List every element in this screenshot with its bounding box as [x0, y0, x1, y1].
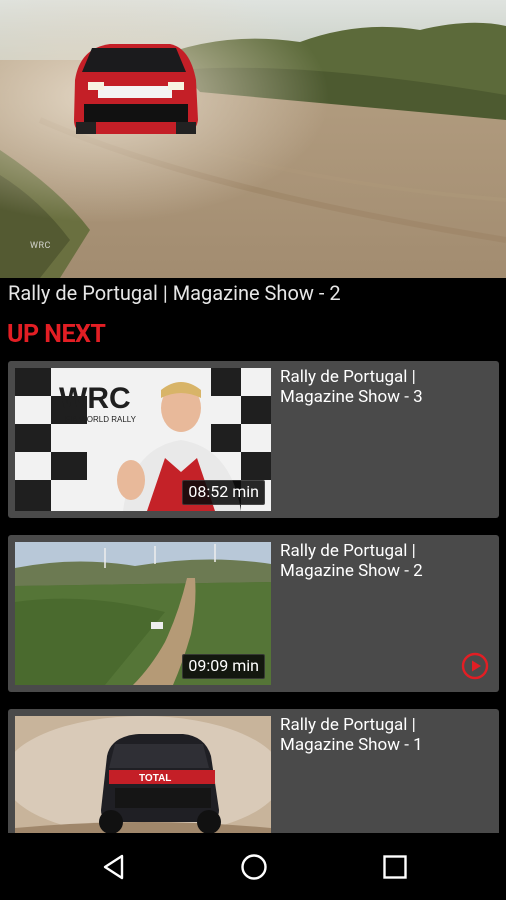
- recents-icon[interactable]: [381, 853, 409, 881]
- up-next-heading: UP NEXT: [7, 320, 106, 349]
- video-thumbnail[interactable]: 09:09 min: [15, 542, 271, 685]
- video-card[interactable]: 09:09 min Rally de Portugal | Magazine S…: [8, 535, 499, 692]
- video-thumbnail[interactable]: WRC FIA WORLD RALLY 08:52 min: [15, 368, 271, 511]
- wrc-logo-text: WRC: [59, 382, 131, 415]
- video-watermark: WRC: [30, 241, 51, 251]
- video-card-title[interactable]: Rally de Portugal | Magazine Show - 2: [280, 541, 490, 581]
- system-nav-bar: [0, 833, 506, 900]
- now-playing-title: Rally de Portugal | Magazine Show - 2: [8, 281, 341, 305]
- car-livery-text: TOTAL: [139, 773, 171, 784]
- video-card-title[interactable]: Rally de Portugal | Magazine Show - 3: [280, 367, 490, 407]
- video-card-title[interactable]: Rally de Portugal | Magazine Show - 1: [280, 715, 490, 755]
- home-icon[interactable]: [240, 853, 268, 881]
- video-card[interactable]: WRC FIA WORLD RALLY 08:52 min Rally de P…: [8, 361, 499, 518]
- video-duration: 08:52 min: [182, 480, 265, 505]
- play-icon[interactable]: [461, 652, 489, 680]
- rally-car-image: [74, 44, 198, 134]
- video-duration: 09:09 min: [182, 654, 265, 679]
- wrc-subtitle-text: FIA WORLD RALLY: [65, 415, 137, 424]
- video-player[interactable]: WRC: [0, 0, 506, 278]
- video-frame: [0, 0, 506, 278]
- back-icon[interactable]: [100, 853, 128, 881]
